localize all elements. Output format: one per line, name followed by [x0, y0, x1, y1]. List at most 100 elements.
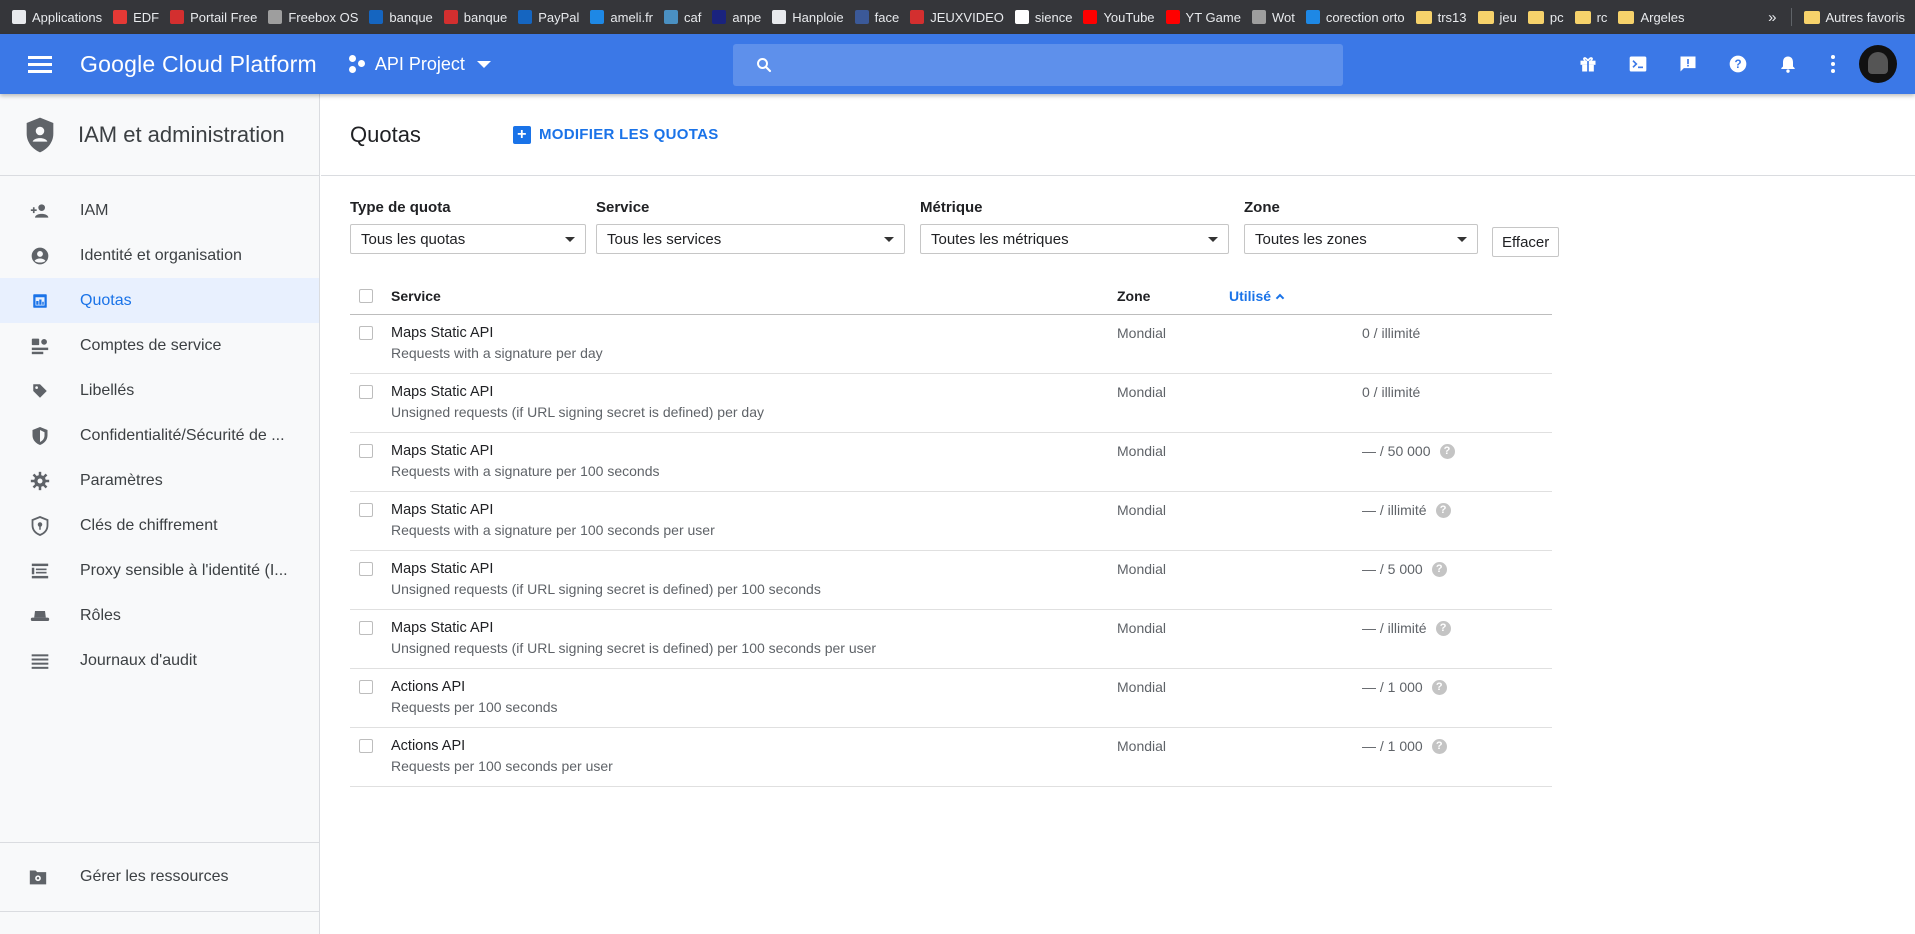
menu-icon[interactable]: [28, 52, 52, 77]
sidebar-item-quotas[interactable]: Quotas: [0, 278, 319, 323]
sidebar-item-libelles[interactable]: Libellés: [0, 368, 319, 413]
column-used-sort[interactable]: Utilisé: [1229, 288, 1285, 304]
column-zone[interactable]: Zone: [1117, 288, 1229, 304]
usage-cell: — / 50 000?: [1362, 443, 1455, 459]
sidebar-item-confidentialite-securite-de[interactable]: Confidentialité/Sécurité de ...: [0, 413, 319, 458]
folder-icon: [1477, 10, 1494, 24]
help-icon[interactable]: ?: [1439, 443, 1455, 459]
bookmark-item[interactable]: YT Game: [1165, 10, 1241, 25]
metric-select[interactable]: Toutes les métriques: [920, 224, 1229, 254]
sidebar-item-identite-et-organisation[interactable]: Identité et organisation: [0, 233, 319, 278]
row-checkbox[interactable]: [359, 739, 373, 753]
feedback-icon[interactable]: [1663, 34, 1713, 94]
bookmark-item[interactable]: Freebox OS: [268, 10, 358, 25]
folder-icon: [1527, 10, 1544, 24]
edit-quotas-button[interactable]: + MODIFIER LES QUOTAS: [512, 125, 719, 144]
sidebar-item-comptes-de-service[interactable]: Comptes de service: [0, 323, 319, 368]
bookmark-folder[interactable]: pc: [1527, 10, 1564, 25]
table-row[interactable]: Actions API Requests per 100 seconds per …: [350, 728, 1552, 787]
sidebar-item-journaux-d-audit[interactable]: Journaux d'audit: [0, 638, 319, 683]
service-name: Maps Static API: [391, 325, 494, 341]
proxy-icon: [28, 562, 52, 580]
app-header: Google Cloud Platform API Project ?: [0, 34, 1915, 94]
project-selector[interactable]: API Project: [348, 54, 491, 75]
table-row[interactable]: Maps Static API Requests with a signature…: [350, 315, 1552, 374]
sidebar-item-iam[interactable]: IAM: [0, 188, 319, 233]
bookmark-item[interactable]: YouTube: [1083, 10, 1155, 25]
bookmark-item[interactable]: Hanploie: [772, 10, 844, 25]
bookmark-folder[interactable]: Argeles: [1618, 10, 1685, 25]
bookmarks-overflow-button[interactable]: »: [1768, 9, 1776, 26]
bookmark-folder[interactable]: jeu: [1477, 10, 1517, 25]
bookmark-item[interactable]: banque: [443, 10, 507, 25]
more-vert-icon[interactable]: [1813, 34, 1853, 94]
table-row[interactable]: Maps Static API Unsigned requests (if URL…: [350, 551, 1552, 610]
clear-filters-button[interactable]: Effacer: [1492, 227, 1560, 257]
help-icon[interactable]: ?: [1713, 34, 1763, 94]
sidebar-item-cles-de-chiffrement[interactable]: Clés de chiffrement: [0, 503, 319, 548]
select-all-checkbox[interactable]: [359, 288, 373, 303]
sidebar-item-proxy-sensible-a-l-identite-i[interactable]: Proxy sensible à l'identité (I...: [0, 548, 319, 593]
page-header: Quotas + MODIFIER LES QUOTAS: [321, 94, 1915, 176]
platform-title[interactable]: Google Cloud Platform: [80, 51, 317, 78]
zone-select[interactable]: Toutes les zones: [1244, 224, 1478, 254]
bookmark-item[interactable]: corection orto: [1305, 10, 1405, 25]
search-input[interactable]: [787, 56, 1307, 74]
row-checkbox[interactable]: [359, 621, 373, 635]
select-value: Toutes les zones: [1255, 230, 1367, 248]
bookmark-item[interactable]: JEUXVIDEO: [910, 10, 1004, 25]
bookmark-item[interactable]: Applications: [12, 10, 102, 25]
table-row[interactable]: Maps Static API Unsigned requests (if URL…: [350, 374, 1552, 433]
filter-quota-type: Type de quota Tous les quotas: [350, 199, 586, 254]
avatar[interactable]: [1859, 45, 1897, 83]
help-icon[interactable]: ?: [1431, 561, 1447, 577]
bookmark-folder[interactable]: rc: [1574, 10, 1607, 25]
column-service[interactable]: Service: [391, 288, 1117, 304]
notifications-bell-icon[interactable]: [1763, 34, 1813, 94]
other-favorites-folder[interactable]: Autres favoris: [1803, 10, 1905, 25]
table-row[interactable]: Maps Static API Requests with a signature…: [350, 433, 1552, 492]
bookmark-item[interactable]: PayPal: [518, 10, 579, 25]
bookmark-item[interactable]: Wot: [1251, 10, 1295, 25]
row-checkbox[interactable]: [359, 444, 373, 458]
row-checkbox[interactable]: [359, 385, 373, 399]
sidebar-item-parametres[interactable]: Paramètres: [0, 458, 319, 503]
folder-icon: [1574, 10, 1591, 24]
help-icon[interactable]: ?: [1431, 738, 1447, 754]
zone-cell: Mondial: [1117, 502, 1167, 518]
bookmark-favicon-icon: [590, 10, 605, 24]
bookmark-folder[interactable]: trs13: [1415, 10, 1467, 25]
project-icon: [348, 55, 367, 73]
help-icon[interactable]: ?: [1431, 679, 1447, 695]
bookmark-favicon-icon: [772, 10, 787, 24]
bookmark-item[interactable]: Portail Free: [170, 10, 257, 25]
bookmark-item[interactable]: ameli.fr: [590, 10, 653, 25]
table-row[interactable]: Actions API Requests per 100 seconds Mondi…: [350, 669, 1552, 728]
manage-resources-link[interactable]: Gérer les ressources: [0, 842, 319, 912]
row-checkbox[interactable]: [359, 562, 373, 576]
service-name: Maps Static API: [391, 561, 494, 577]
quota-type-select[interactable]: Tous les quotas: [350, 224, 586, 254]
bookmark-label: PayPal: [538, 9, 580, 25]
gift-icon[interactable]: [1563, 34, 1613, 94]
search-box[interactable]: [733, 44, 1343, 86]
row-checkbox[interactable]: [359, 326, 373, 340]
bookmark-item[interactable]: banque: [369, 10, 433, 25]
help-icon[interactable]: ?: [1435, 620, 1451, 636]
bookmark-item[interactable]: face: [854, 10, 899, 25]
security-shield-icon: [28, 426, 52, 446]
search-icon: [757, 58, 772, 73]
row-checkbox[interactable]: [359, 680, 373, 694]
service-select[interactable]: Tous les services: [596, 224, 905, 254]
bookmark-item[interactable]: caf: [664, 10, 701, 25]
row-checkbox[interactable]: [359, 503, 373, 517]
help-icon[interactable]: ?: [1435, 502, 1451, 518]
cloud-shell-icon[interactable]: [1613, 34, 1663, 94]
table-row[interactable]: Maps Static API Unsigned requests (if URL…: [350, 610, 1552, 669]
sidebar-item-roles[interactable]: Rôles: [0, 593, 319, 638]
bookmark-item[interactable]: sience: [1014, 10, 1072, 25]
bookmark-item[interactable]: EDF: [113, 10, 159, 25]
table-row[interactable]: Maps Static API Requests with a signature…: [350, 492, 1552, 551]
usage-value: — / 1 000: [1362, 738, 1423, 754]
bookmark-item[interactable]: anpe: [712, 10, 761, 25]
